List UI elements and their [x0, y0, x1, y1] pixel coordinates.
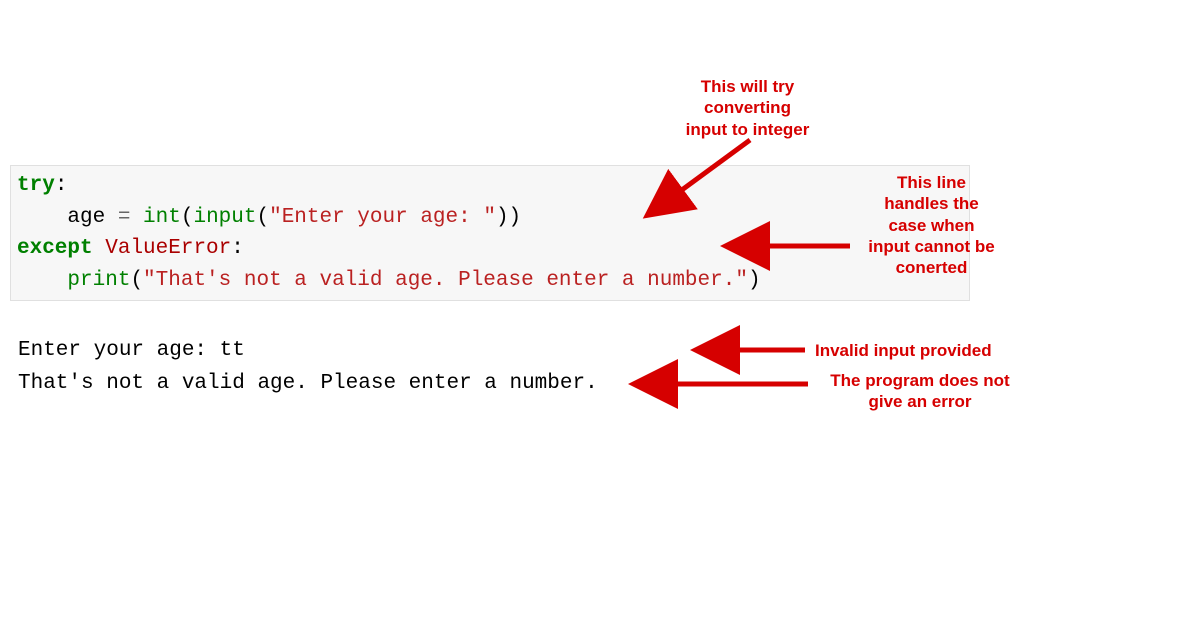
output-line-2: That's not a valid age. Please enter a n…	[18, 372, 598, 395]
annotation-invalid-input: Invalid input provided	[815, 340, 1025, 361]
paren: (	[256, 206, 269, 229]
keyword-try: try	[17, 174, 55, 197]
string-literal: "Enter your age: "	[269, 206, 496, 229]
colon: :	[231, 237, 244, 260]
output-block: Enter your age: tt That's not a valid ag…	[18, 335, 598, 400]
indent	[17, 206, 67, 229]
equals-op: =	[105, 206, 143, 229]
annotation-line: This line	[897, 173, 966, 192]
space	[93, 237, 106, 260]
annotation-line: This will try	[701, 77, 795, 96]
annotation-line: conerted	[896, 258, 968, 277]
annotation-line: Invalid input provided	[815, 341, 992, 360]
annotation-no-error: The program does not give an error	[815, 370, 1025, 413]
string-literal: "That's not a valid age. Please enter a …	[143, 269, 748, 292]
paren: (	[130, 269, 143, 292]
keyword-except: except	[17, 237, 93, 260]
arrow-icon	[720, 338, 815, 367]
int-fn: int	[143, 206, 181, 229]
code-block: try: age = int(input("Enter your age: ")…	[10, 165, 970, 301]
annotation-line: give an error	[869, 392, 972, 411]
input-fn: input	[193, 206, 256, 229]
exception-name: ValueError	[105, 237, 231, 260]
arrow-icon	[750, 234, 860, 263]
annotation-line: converting	[704, 98, 791, 117]
colon: :	[55, 174, 68, 197]
annotation-line: The program does not	[830, 371, 1009, 390]
annotation-line: handles the	[884, 194, 978, 213]
paren: )	[748, 269, 761, 292]
var-age: age	[67, 206, 105, 229]
arrow-icon	[660, 135, 780, 220]
annotation-handles-case: This line handles the case when input ca…	[854, 172, 1009, 278]
annotation-try-convert: This will try converting input to intege…	[660, 76, 835, 140]
output-line-1: Enter your age: tt	[18, 339, 245, 362]
annotation-line: input cannot be	[868, 237, 995, 256]
annotation-line: case when	[889, 216, 975, 235]
paren: ))	[496, 206, 521, 229]
indent	[17, 269, 67, 292]
arrow-icon	[658, 372, 818, 401]
paren: (	[181, 206, 194, 229]
print-fn: print	[67, 269, 130, 292]
